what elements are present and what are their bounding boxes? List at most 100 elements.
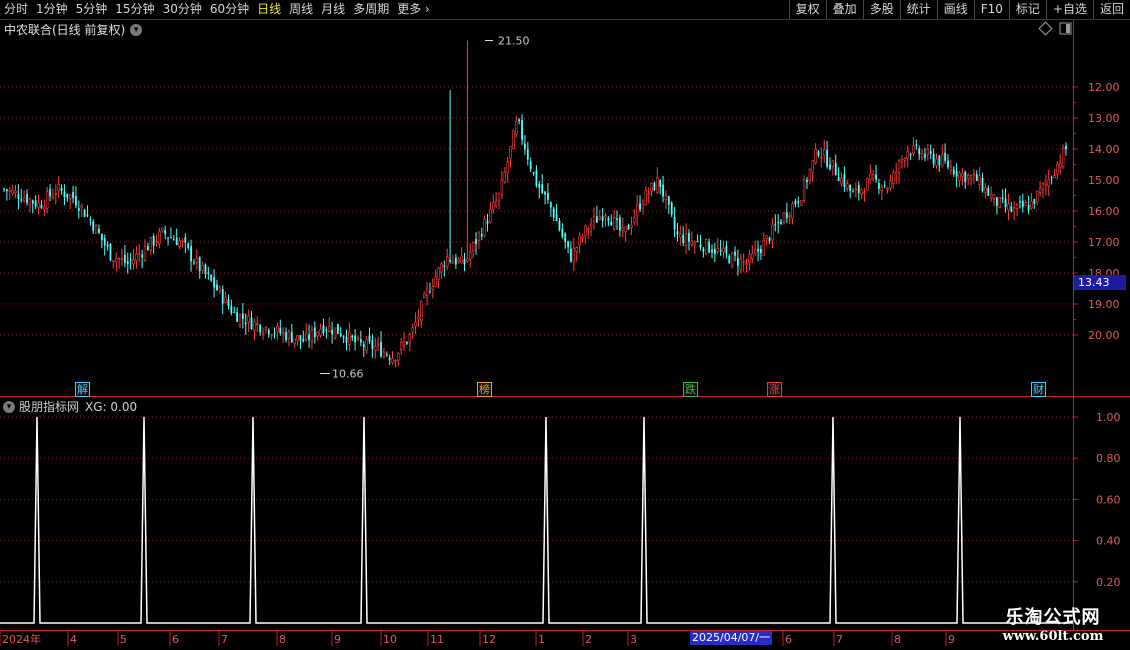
candle-body [483, 218, 486, 237]
candle-body [51, 195, 55, 199]
candle-body [135, 253, 138, 261]
candle-body [308, 334, 310, 341]
candle-body [782, 212, 786, 222]
candle-body [788, 215, 791, 217]
candle-body [457, 259, 460, 262]
candle-body [938, 156, 941, 166]
candle-body [451, 260, 455, 264]
candle-body [94, 225, 98, 234]
candle-body [662, 184, 664, 197]
candle-body [276, 325, 279, 333]
candle-body [227, 299, 230, 306]
candle-body [172, 239, 175, 241]
candle-body [72, 192, 74, 199]
candle-body [630, 224, 633, 228]
event-badge[interactable]: 跌 [683, 382, 698, 397]
candle-body [760, 248, 762, 253]
event-badge[interactable]: 财 [1031, 382, 1046, 397]
candle-body [711, 249, 713, 253]
candle-body [800, 200, 803, 206]
diamond-icon[interactable] [1038, 21, 1053, 36]
candle-body [1010, 206, 1013, 212]
candle-body [466, 258, 469, 262]
candle-body [742, 261, 745, 263]
candle-body [955, 171, 958, 177]
chevron-down-icon[interactable]: ▾ [3, 400, 15, 413]
candle-body [831, 160, 835, 167]
candle-body [521, 120, 523, 140]
candle-body [11, 189, 14, 194]
candle-body [460, 255, 463, 264]
candle-body [843, 174, 846, 187]
candle-body [319, 328, 322, 336]
candle-body [762, 239, 766, 256]
candle-body [267, 329, 270, 335]
candle-body [705, 239, 708, 254]
ind-tick-label: 0.20 [1096, 576, 1121, 589]
candle-body [604, 215, 607, 218]
candle-body [440, 263, 443, 273]
candle-body [509, 145, 512, 159]
candle-body [68, 194, 72, 199]
candle-body [641, 204, 645, 210]
candle-body [296, 335, 299, 341]
candle-body [115, 258, 118, 262]
candle-body [664, 195, 668, 200]
indicator-title-bar: ▾ 股朋指标网 XG: 0.00 [3, 398, 137, 415]
candle-body [247, 315, 250, 323]
candle-body [302, 338, 305, 342]
candle-body [989, 194, 993, 199]
candle-body [190, 246, 192, 262]
candle-body [802, 179, 806, 201]
candle-body [935, 158, 938, 166]
candle-body [489, 209, 492, 223]
candle-body [552, 208, 555, 218]
candle-body [952, 169, 955, 175]
candle-body [570, 248, 572, 262]
candle-body [181, 240, 184, 243]
candle-body [362, 344, 365, 347]
candle-body [279, 328, 282, 334]
candle-body [587, 228, 590, 231]
candle-body [351, 335, 354, 338]
candle-body [187, 243, 190, 248]
candle-body [702, 248, 705, 252]
candle-body [863, 192, 866, 195]
candle-body [1033, 199, 1036, 204]
date-label: 6 [172, 633, 179, 646]
candle-body [261, 332, 265, 335]
candle-body [667, 196, 670, 205]
date-label: 10 [383, 633, 397, 646]
candle-body [417, 316, 420, 320]
candle-body [1004, 198, 1007, 208]
candle-body [164, 230, 167, 234]
event-badge[interactable]: 涨 [767, 382, 782, 397]
candle-body [422, 293, 426, 299]
candle-body [1047, 179, 1050, 187]
event-badge[interactable]: 解 [75, 382, 90, 397]
event-badge[interactable]: 榜 [477, 382, 492, 397]
candle-body [293, 338, 296, 345]
candle-body [578, 235, 581, 246]
candle-body [3, 188, 5, 190]
candle-body [40, 205, 43, 209]
candle-body [285, 332, 287, 341]
candle-body [532, 172, 535, 174]
candle-body [14, 190, 17, 194]
candle-body [535, 169, 538, 186]
candle-body [167, 237, 169, 239]
candle-body [63, 191, 66, 198]
panel-toggle-icon-fill [1066, 24, 1070, 33]
candle-body [236, 312, 239, 322]
candle-body [972, 173, 976, 176]
candle-body [224, 296, 227, 304]
candle-body [132, 259, 135, 265]
date-label: 4 [70, 633, 77, 646]
candle-body [331, 329, 333, 335]
price-tick-label: 12.00 [1088, 81, 1120, 94]
candle-body [1012, 207, 1016, 212]
candle-body [290, 332, 293, 343]
candle-body [846, 183, 849, 189]
high-price-label: 21.50 [498, 35, 530, 48]
candle-body [920, 152, 924, 158]
